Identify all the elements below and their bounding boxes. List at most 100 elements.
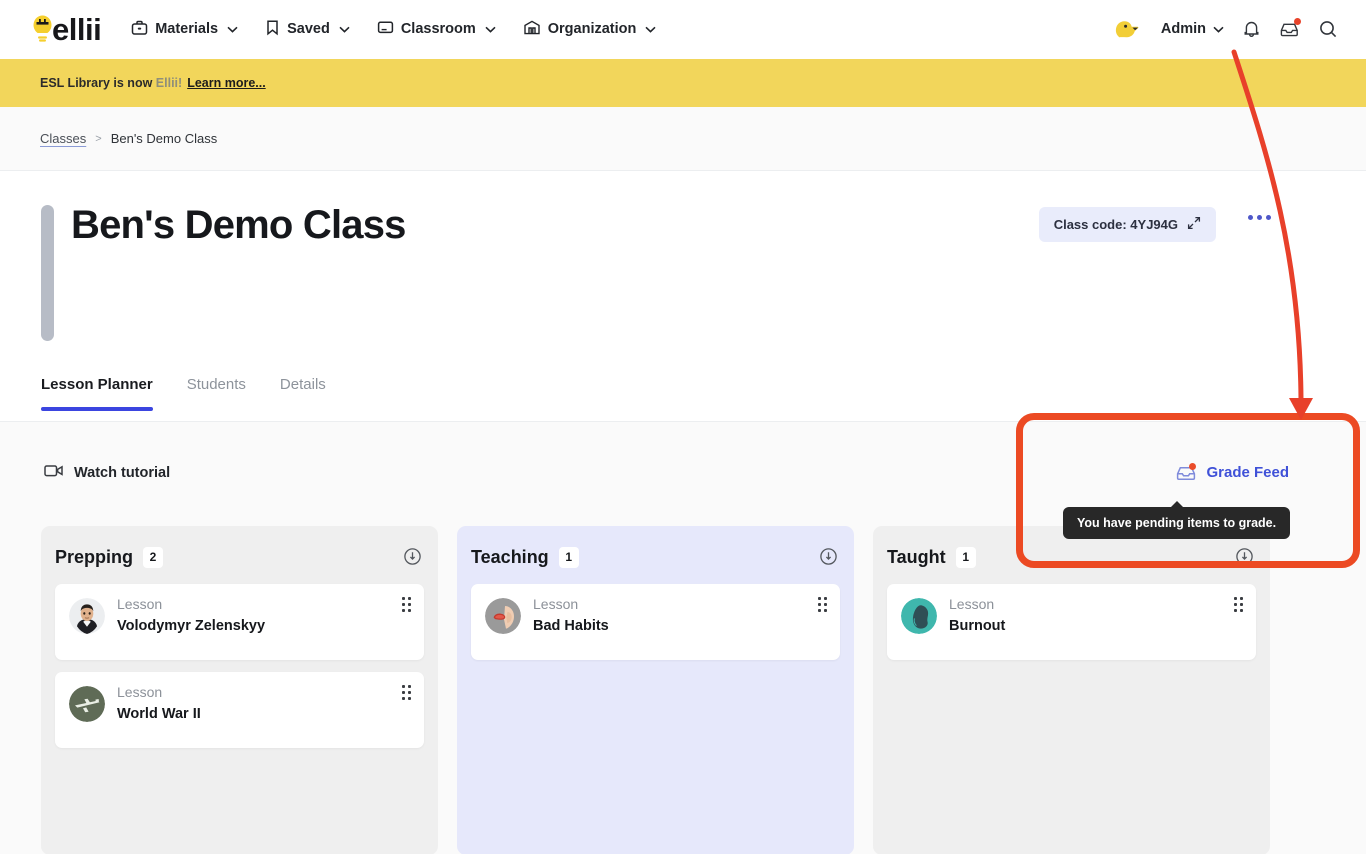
breadcrumb-link-classes[interactable]: Classes — [40, 131, 86, 146]
lesson-thumbnail-burnout — [901, 598, 937, 634]
banner-message: ESL Library is now Ellii! Learn more... — [40, 76, 266, 90]
lesson-card-title: Bad Habits — [533, 618, 609, 634]
nav-label-organization: Organization — [547, 21, 637, 37]
planner-columns: Prepping 2 Lesson Volodymyr Zelenskyy Le… — [41, 526, 1270, 854]
lesson-card[interactable]: Lesson Bad Habits — [471, 584, 840, 660]
lesson-card-type: Lesson — [949, 596, 995, 612]
column-title: Teaching — [471, 546, 549, 567]
column-header: Teaching 1 — [471, 542, 840, 572]
column-title: Prepping — [55, 546, 134, 567]
lesson-card-meta: Lesson Volodymyr Zelenskyy — [117, 596, 265, 634]
banner-text-before: ESL Library is now — [40, 76, 156, 90]
class-tabs: Lesson Planner Students Details — [41, 376, 326, 411]
lesson-thumbnail-bad-habits — [485, 598, 521, 634]
info-circle-icon[interactable] — [403, 547, 422, 571]
tab-students[interactable]: Students — [187, 376, 246, 411]
kebab-dot — [1248, 215, 1253, 220]
nav-right-cluster: Admin — [1113, 16, 1338, 42]
top-navigation-bar: ellii Materials Saved Classroom Organiza… — [0, 0, 1366, 59]
page-title: Ben's Demo Class — [71, 203, 406, 247]
watch-tutorial-button[interactable]: Watch tutorial — [44, 463, 170, 482]
class-code-badge[interactable]: Class code: 4YJ94G — [1038, 207, 1216, 242]
breadcrumb-current: Ben's Demo Class — [110, 131, 218, 146]
chevron-down-icon — [1213, 21, 1224, 37]
lesson-thumbnail-world-war-ii — [69, 686, 105, 722]
column-count-badge: 1 — [955, 546, 976, 568]
lesson-card-type: Lesson — [117, 684, 163, 700]
nav-item-organization[interactable]: Organization — [523, 19, 657, 40]
monitor-icon — [377, 19, 394, 40]
lesson-card[interactable]: Lesson Volodymyr Zelenskyy — [55, 584, 424, 660]
lesson-card-title: Volodymyr Zelenskyy — [117, 618, 266, 634]
lesson-card-meta: Lesson Bad Habits — [533, 596, 609, 634]
nav-label-materials: Materials — [155, 21, 219, 37]
chevron-down-icon — [645, 21, 656, 37]
nav-item-saved[interactable]: Saved — [265, 19, 350, 40]
column-header: Taught 1 — [887, 542, 1256, 572]
tab-details[interactable]: Details — [280, 376, 326, 411]
grade-feed-tooltip: You have pending items to grade. — [1063, 501, 1291, 539]
lesson-card-meta: Lesson World War II — [117, 684, 201, 722]
class-color-bar — [41, 205, 54, 341]
breadcrumb: Classes > Ben's Demo Class — [0, 107, 1366, 171]
learn-more-link[interactable]: Learn more... — [187, 76, 266, 90]
column-header: Prepping 2 — [55, 542, 424, 572]
drag-handle-icon[interactable] — [1234, 597, 1243, 612]
lesson-thumbnail-zelenskyy — [69, 598, 105, 634]
drag-handle-icon[interactable] — [402, 685, 411, 700]
grade-feed-link[interactable]: Grade Feed — [1175, 463, 1289, 482]
nav-item-materials[interactable]: Materials — [131, 19, 238, 40]
inbox-icon[interactable] — [1279, 18, 1301, 39]
lesson-card-meta: Lesson Burnout — [949, 596, 1005, 634]
kebab-dot — [1266, 215, 1271, 220]
lesson-card-type: Lesson — [117, 596, 163, 612]
watch-tutorial-label: Watch tutorial — [74, 464, 171, 481]
lesson-card-type: Lesson — [533, 596, 579, 612]
class-header: Ben's Demo Class Class code: 4YJ94G Less… — [0, 171, 1366, 421]
info-circle-icon[interactable] — [1235, 547, 1254, 571]
expand-arrows-icon — [1187, 216, 1201, 233]
grade-feed-label: Grade Feed — [1206, 464, 1289, 481]
logo-wordmark: ellii — [52, 11, 102, 47]
column-title: Taught — [887, 546, 946, 567]
lesson-card-title: Burnout — [949, 618, 1006, 634]
breadcrumb-items: Classes > Ben's Demo Class — [40, 131, 217, 146]
briefcase-icon — [131, 19, 148, 40]
lesson-card[interactable]: Lesson Burnout — [887, 584, 1256, 660]
drag-handle-icon[interactable] — [402, 597, 411, 612]
planner-column-teaching: Teaching 1 Lesson Bad Habits — [457, 526, 854, 854]
page-root: ellii Materials Saved Classroom Organiza… — [0, 0, 1366, 854]
column-count-badge: 1 — [558, 546, 579, 568]
announcement-banner: ESL Library is now Ellii! Learn more... — [0, 59, 1366, 107]
chevron-down-icon — [339, 21, 350, 37]
inbox-badge-dot — [1294, 18, 1301, 25]
class-more-menu-button[interactable] — [1248, 215, 1271, 220]
class-code-label: Class code: 4YJ94G — [1053, 217, 1178, 232]
bookmark-icon — [265, 19, 280, 40]
banner-brand: Ellii! — [155, 76, 183, 90]
ellii-logo[interactable]: ellii — [32, 11, 102, 47]
planner-column-prepping: Prepping 2 Lesson Volodymyr Zelenskyy Le… — [41, 526, 438, 854]
breadcrumb-separator-icon: > — [95, 132, 102, 145]
column-count-badge: 2 — [143, 546, 164, 568]
chevron-down-icon — [485, 21, 496, 37]
info-circle-icon[interactable] — [819, 547, 838, 571]
bell-icon[interactable] — [1242, 19, 1261, 39]
video-camera-icon — [44, 463, 64, 482]
account-label: Admin — [1160, 21, 1206, 37]
lesson-card-title: World War II — [117, 706, 201, 722]
lightbulb-icon — [32, 14, 53, 44]
tab-lesson-planner[interactable]: Lesson Planner — [41, 376, 153, 411]
main-nav-items: Materials Saved Classroom Organization — [131, 19, 656, 40]
account-menu[interactable]: Admin — [1161, 21, 1224, 37]
chevron-down-icon — [227, 21, 238, 37]
duck-avatar-icon[interactable] — [1113, 16, 1143, 42]
drag-handle-icon[interactable] — [818, 597, 827, 612]
kebab-dot — [1257, 215, 1262, 220]
search-icon[interactable] — [1318, 19, 1338, 39]
planner-column-taught: Taught 1 Lesson Burnout — [873, 526, 1270, 854]
nav-label-saved: Saved — [287, 21, 330, 37]
nav-item-classroom[interactable]: Classroom — [377, 19, 496, 40]
lesson-planner-panel: Watch tutorial Grade Feed Prepping 2 Les… — [0, 421, 1366, 854]
lesson-card[interactable]: Lesson World War II — [55, 672, 424, 748]
